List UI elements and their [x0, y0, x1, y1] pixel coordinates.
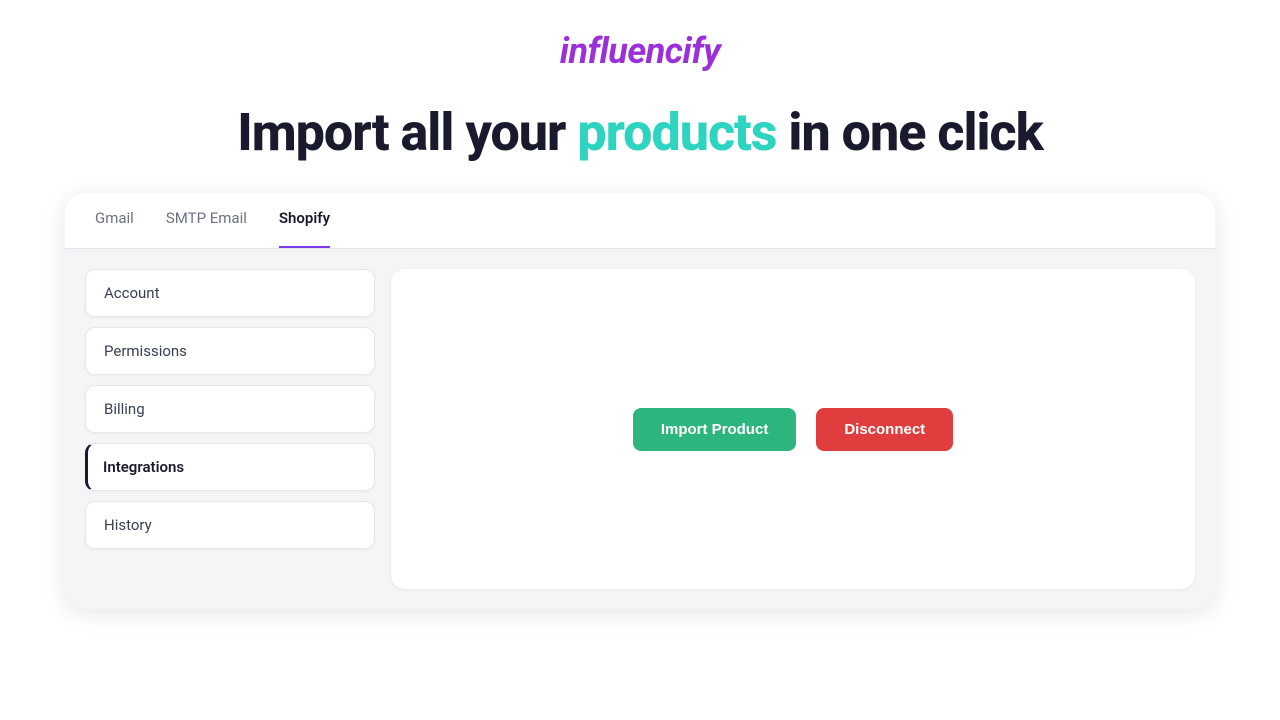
sidebar-item-integrations[interactable]: Integrations	[85, 443, 375, 491]
logo: influencify	[560, 30, 721, 72]
content-area: Account Permissions Billing Integrations…	[65, 249, 1215, 609]
sidebar-item-billing[interactable]: Billing	[85, 385, 375, 433]
sidebar-item-permissions[interactable]: Permissions	[85, 327, 375, 375]
tab-gmail[interactable]: Gmail	[95, 193, 134, 248]
tab-shopify[interactable]: Shopify	[279, 193, 330, 248]
main-content-panel: Import Product Disconnect	[391, 269, 1195, 589]
headline-prefix: Import all your	[237, 102, 577, 163]
disconnect-button[interactable]: Disconnect	[816, 408, 953, 451]
logo-area: influencify	[560, 30, 721, 72]
sidebar-item-account[interactable]: Account	[85, 269, 375, 317]
tabs-bar: Gmail SMTP Email Shopify	[65, 193, 1215, 249]
sidebar-item-history[interactable]: History	[85, 501, 375, 549]
main-card: Gmail SMTP Email Shopify Account Permiss…	[65, 193, 1215, 609]
headline-suffix: in one click	[776, 102, 1042, 163]
tab-smtp-email[interactable]: SMTP Email	[166, 193, 247, 248]
page-headline: Import all your products in one click	[237, 102, 1042, 163]
headline-highlight: products	[577, 102, 776, 163]
sidebar: Account Permissions Billing Integrations…	[85, 269, 375, 589]
import-product-button[interactable]: Import Product	[633, 408, 797, 451]
